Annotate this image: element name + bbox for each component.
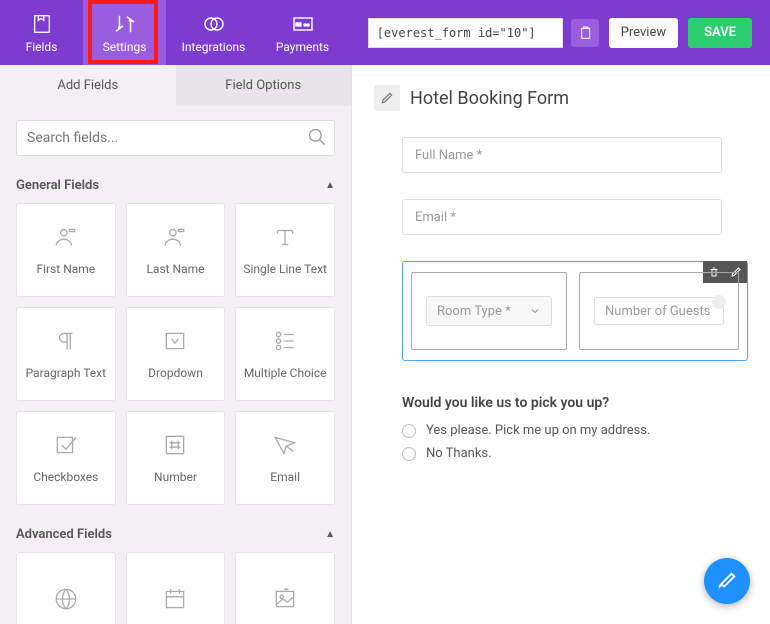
panel-tabs: Add Fields Field Options	[0, 65, 351, 106]
panel-body: General Fields ▲ First Name Last Name Si…	[0, 106, 351, 624]
field-multiple-choice[interactable]: Multiple Choice	[235, 307, 335, 401]
preview-panel: Hotel Booking Form Full Name * Email * R…	[352, 65, 770, 624]
shortcode-box	[368, 18, 599, 48]
text-icon	[272, 224, 298, 250]
field-email[interactable]: Email	[235, 411, 335, 505]
field-label: Email	[270, 470, 300, 484]
chevron-down-icon	[529, 305, 541, 317]
search-input[interactable]	[16, 120, 335, 156]
field-label: First Name	[36, 262, 95, 276]
field-number[interactable]: Number	[126, 411, 226, 505]
caret-up-icon: ▲	[325, 529, 335, 540]
field-first-name[interactable]: First Name	[16, 203, 116, 297]
radio-label: Yes please. Pick me up on my address.	[426, 423, 650, 438]
main: Add Fields Field Options General Fields …	[0, 65, 770, 624]
pickup-question: Would you like us to pick you up?	[402, 395, 748, 411]
shortcode-input[interactable]	[368, 18, 563, 48]
pickup-option-yes[interactable]: Yes please. Pick me up on my address.	[402, 423, 748, 438]
selected-row[interactable]: Room Type * Number of Guests	[402, 261, 748, 361]
select-value: Room Type *	[437, 304, 511, 319]
section-advanced-fields[interactable]: Advanced Fields ▲	[16, 521, 335, 552]
globe-icon	[53, 586, 79, 612]
section-title: Advanced Fields	[16, 527, 112, 542]
nav-payments[interactable]: Payments	[261, 0, 344, 65]
settings-icon	[113, 12, 137, 36]
field-email[interactable]: Email *	[402, 199, 722, 235]
nav-label: Settings	[103, 40, 147, 54]
payments-icon	[291, 12, 315, 36]
topbar-right: Preview SAVE	[368, 0, 770, 65]
preview-button[interactable]: Preview	[609, 18, 678, 48]
section-general-fields[interactable]: General Fields ▲	[16, 172, 335, 203]
form-area: Full Name * Email * Room Type *	[374, 137, 748, 461]
room-type-select[interactable]: Room Type *	[426, 296, 552, 326]
advanced-fields-grid	[16, 552, 335, 624]
field-checkboxes[interactable]: Checkboxes	[16, 411, 116, 505]
general-fields-grid: First Name Last Name Single Line Text Pa…	[16, 203, 335, 505]
nav-fields[interactable]: Fields	[0, 0, 83, 65]
field-label: Single Line Text	[243, 262, 327, 276]
field-single-line-text[interactable]: Single Line Text	[235, 203, 335, 297]
email-icon	[272, 432, 298, 458]
form-title[interactable]: Hotel Booking Form	[410, 88, 569, 109]
search-wrap	[16, 120, 335, 156]
radio-list-icon	[272, 328, 298, 354]
help-fab[interactable]	[704, 558, 750, 604]
number-icon	[162, 432, 188, 458]
field-label: Dropdown	[148, 366, 203, 380]
pickup-option-no[interactable]: No Thanks.	[402, 446, 748, 461]
caret-up-icon: ▲	[325, 180, 335, 191]
pencil-icon	[380, 91, 394, 105]
field-dropdown[interactable]: Dropdown	[126, 307, 226, 401]
paragraph-icon	[53, 328, 79, 354]
field-label: Paragraph Text	[26, 366, 106, 380]
save-button[interactable]: SAVE	[688, 18, 752, 48]
clipboard-icon	[577, 25, 593, 41]
field-adv-2[interactable]	[235, 552, 335, 624]
field-adv-1[interactable]	[126, 552, 226, 624]
guests-input[interactable]: Number of Guests	[594, 297, 724, 325]
edit-title-button[interactable]	[374, 85, 400, 111]
field-label: Last Name	[146, 262, 204, 276]
first-name-icon	[53, 224, 79, 250]
nav-label: Fields	[26, 40, 58, 54]
image-icon	[272, 586, 298, 612]
nav-label: Payments	[276, 40, 329, 54]
radio-label: No Thanks.	[426, 446, 492, 461]
left-panel: Add Fields Field Options General Fields …	[0, 65, 352, 624]
topbar: Fields Settings Integrations Payments Pr…	[0, 0, 770, 65]
nav-settings[interactable]: Settings	[83, 0, 166, 65]
last-name-icon	[162, 224, 188, 250]
checkbox-icon	[53, 432, 79, 458]
search-icon	[307, 127, 327, 147]
tab-field-options[interactable]: Field Options	[176, 65, 352, 106]
copy-shortcode-button[interactable]	[571, 19, 599, 47]
field-label: Multiple Choice	[244, 366, 327, 380]
section-title: General Fields	[16, 178, 99, 193]
nav-integrations[interactable]: Integrations	[166, 0, 261, 65]
tab-add-fields[interactable]: Add Fields	[0, 65, 176, 106]
field-label: Checkboxes	[33, 470, 98, 484]
clear-dot[interactable]	[712, 295, 726, 309]
date-icon	[162, 586, 188, 612]
fields-icon	[30, 12, 54, 36]
radio-icon	[402, 424, 416, 438]
field-fullname[interactable]: Full Name *	[402, 137, 722, 173]
form-title-row: Hotel Booking Form	[374, 85, 748, 111]
field-last-name[interactable]: Last Name	[126, 203, 226, 297]
radio-icon	[402, 447, 416, 461]
nav-label: Integrations	[182, 40, 246, 54]
field-paragraph-text[interactable]: Paragraph Text	[16, 307, 116, 401]
integrations-icon	[202, 12, 226, 36]
brush-icon	[716, 570, 738, 592]
col-guests[interactable]: Number of Guests	[579, 272, 739, 350]
col-room-type[interactable]: Room Type *	[411, 272, 567, 350]
field-label: Number	[154, 470, 197, 484]
field-adv-0[interactable]	[16, 552, 116, 624]
dropdown-icon	[162, 328, 188, 354]
